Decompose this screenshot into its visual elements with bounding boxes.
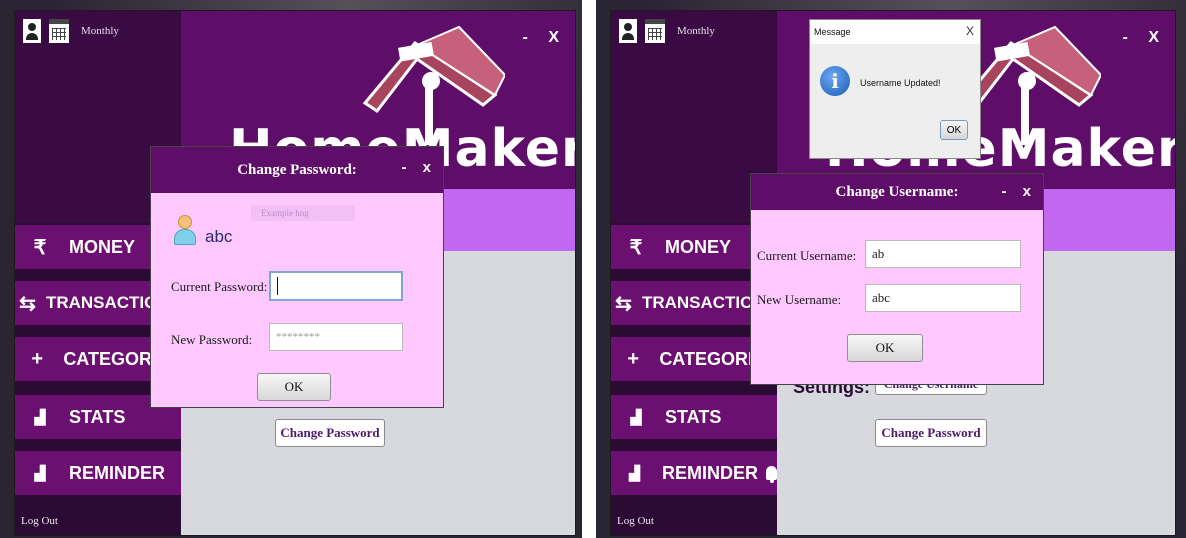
- new-password-value: ********: [276, 331, 320, 343]
- message-ok-button[interactable]: OK: [940, 120, 968, 140]
- current-username-value: ab: [872, 246, 885, 261]
- change-username-dialog: Change Username: - x Current Username: a…: [750, 173, 1044, 385]
- sidebar-item-label: STATS: [665, 406, 722, 427]
- transfer-icon: ⇆: [19, 292, 36, 315]
- sidebar-item-label: MONEY: [69, 236, 136, 257]
- sidebar-item-label: REMINDER: [69, 462, 166, 483]
- user-icon[interactable]: [619, 19, 637, 43]
- message-text: Username Updated!: [860, 78, 941, 88]
- close-button[interactable]: X: [548, 29, 559, 46]
- current-username-label: Current Username:: [757, 248, 857, 263]
- sidebar-item-label: STATS: [69, 406, 126, 427]
- minimize-button[interactable]: -: [401, 159, 406, 176]
- app-window: Monthly ₹ MONEY ⇆ TRANSACTIONS + CATEGOR…: [14, 10, 576, 536]
- close-icon[interactable]: X: [966, 24, 974, 38]
- change-password-button[interactable]: Change Password: [275, 419, 385, 447]
- sidebar-item-label: REMINDER: [662, 462, 759, 483]
- new-password-label: New Password:: [171, 332, 253, 347]
- sidebar-item-reminder[interactable]: ▟ REMINDER: [15, 451, 181, 495]
- minimize-button[interactable]: -: [523, 29, 528, 46]
- ok-button[interactable]: OK: [257, 373, 331, 401]
- user-avatar-icon: [173, 215, 197, 245]
- transfer-icon: ⇆: [615, 292, 632, 315]
- username-label: abc: [205, 227, 233, 246]
- new-password-input[interactable]: ********: [269, 323, 403, 351]
- window-controls: - X: [507, 29, 559, 47]
- dialog-controls: - x: [989, 183, 1031, 200]
- faded-tooltip: Example hng: [251, 205, 355, 221]
- minimize-button[interactable]: -: [1001, 183, 1006, 200]
- calendar-icon[interactable]: [49, 19, 69, 43]
- top-icons: Monthly: [619, 19, 715, 43]
- period-label: Monthly: [81, 25, 119, 37]
- logout-link[interactable]: Log Out: [617, 515, 654, 527]
- new-username-label: New Username:: [757, 292, 842, 307]
- app-window: Monthly ₹ MONEY ⇆ TRANSACTIONS + CATEGOR…: [610, 10, 1176, 536]
- plus-icon: +: [627, 347, 639, 370]
- minimize-button[interactable]: -: [1123, 29, 1128, 46]
- new-username-value: abc: [872, 290, 891, 305]
- stats-icon: ▟: [34, 464, 46, 481]
- close-button[interactable]: x: [423, 159, 431, 176]
- sidebar-item-stats[interactable]: ▟ STATS: [611, 395, 777, 439]
- current-password-input[interactable]: [269, 271, 403, 301]
- bell-icon: [766, 466, 777, 483]
- window-controls: - X: [1107, 29, 1159, 47]
- message-dialog: Message X i Username Updated! OK: [809, 19, 981, 159]
- user-icon[interactable]: [23, 19, 41, 43]
- period-label: Monthly: [677, 25, 715, 37]
- dialog-controls: - x: [389, 159, 431, 176]
- rupee-icon: ₹: [629, 236, 643, 259]
- stats-icon: ▟: [34, 408, 46, 425]
- right-screenshot: Monthly ₹ MONEY ⇆ TRANSACTIONS + CATEGOR…: [596, 0, 1186, 538]
- calendar-icon[interactable]: [645, 19, 665, 43]
- info-icon: i: [820, 66, 850, 96]
- sidebar-item-reminder[interactable]: ▟ REMINDER: [611, 451, 777, 495]
- message-title: Message: [810, 20, 980, 44]
- left-screenshot: Monthly ₹ MONEY ⇆ TRANSACTIONS + CATEGOR…: [0, 0, 582, 538]
- plus-icon: +: [31, 347, 43, 370]
- logout-link[interactable]: Log Out: [21, 515, 58, 527]
- change-password-button[interactable]: Change Password: [875, 419, 987, 447]
- rupee-icon: ₹: [33, 236, 47, 259]
- top-icons: Monthly: [23, 19, 119, 43]
- change-password-dialog: Change Password: - x Example hng abc Cur…: [150, 146, 444, 408]
- sidebar-item-label: MONEY: [665, 236, 732, 257]
- stats-icon: ▟: [629, 464, 640, 481]
- close-button[interactable]: X: [1148, 29, 1159, 46]
- current-username-input[interactable]: ab: [865, 240, 1021, 268]
- new-username-input[interactable]: abc: [865, 284, 1021, 312]
- text-caret: [277, 277, 278, 295]
- ok-button[interactable]: OK: [847, 334, 923, 362]
- current-password-label: Current Password:: [171, 279, 268, 294]
- stats-icon: ▟: [630, 408, 642, 425]
- close-button[interactable]: x: [1023, 183, 1031, 200]
